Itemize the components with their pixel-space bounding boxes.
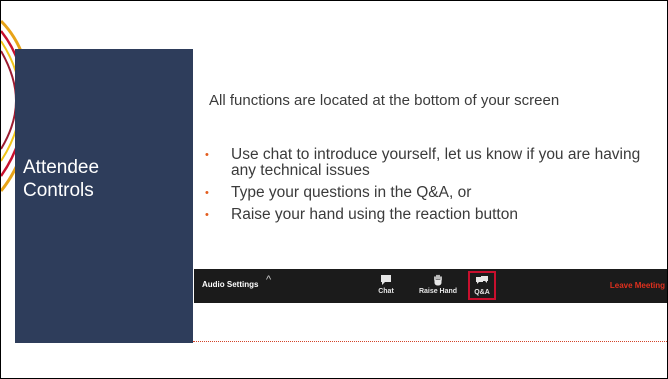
- divider: [193, 341, 667, 342]
- audio-settings-button[interactable]: Audio Settings: [202, 280, 258, 289]
- raise-hand-label: Raise Hand: [418, 288, 458, 295]
- bullet-icon: •: [205, 149, 209, 161]
- qa-label: Q&A: [474, 289, 490, 296]
- bullet-text: Use chat to introduce yourself, let us k…: [231, 146, 641, 179]
- slide-title: Attendee Controls: [23, 157, 100, 201]
- bullet-list: • Use chat to introduce yourself, let us…: [201, 147, 663, 229]
- chat-button[interactable]: Chat: [374, 269, 398, 303]
- chat-icon: [381, 275, 391, 285]
- bullet-item: • Use chat to introduce yourself, let us…: [201, 147, 663, 179]
- bullet-text: Raise your hand using the reaction butto…: [231, 206, 518, 223]
- qa-button[interactable]: Q&A: [468, 271, 496, 300]
- raise-hand-button[interactable]: Raise Hand: [416, 269, 460, 303]
- bullet-item: • Raise your hand using the reaction but…: [201, 207, 663, 223]
- chevron-up-icon[interactable]: ^: [266, 274, 271, 286]
- hand-icon: [434, 274, 442, 286]
- chat-label: Chat: [378, 288, 394, 295]
- bullet-text: Type your questions in the Q&A, or: [231, 184, 472, 201]
- intro-text: All functions are located at the bottom …: [209, 92, 560, 109]
- meeting-toolbar: Audio Settings ^ Chat Raise Hand Q&A Lea…: [194, 269, 667, 303]
- bullet-icon: •: [205, 209, 209, 221]
- bullet-icon: •: [205, 187, 209, 199]
- slide: Attendee Controls All functions are loca…: [0, 0, 668, 379]
- qa-icon: [476, 276, 488, 284]
- bullet-item: • Type your questions in the Q&A, or: [201, 185, 663, 201]
- leave-meeting-button[interactable]: Leave Meeting: [610, 281, 665, 290]
